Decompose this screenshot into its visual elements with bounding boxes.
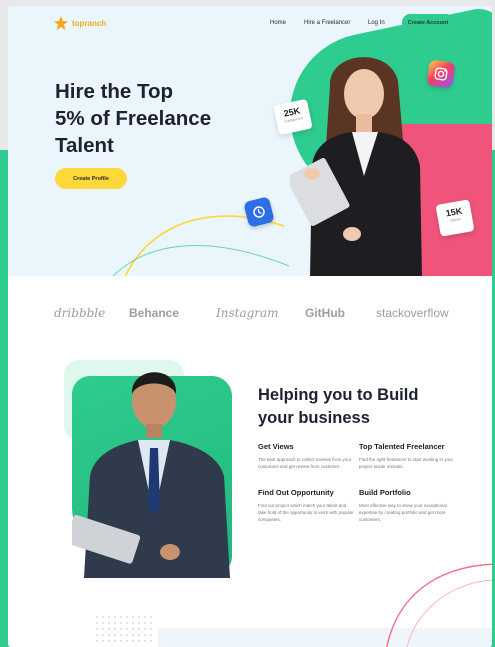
behance-logo[interactable]: Behance [129,306,179,320]
stackoverflow-logo[interactable]: stackoverflow [376,306,449,320]
feature-text: Most effective way to show your exceptio… [359,503,447,522]
features-title-line: Helping you to Build [258,386,419,404]
instagram-icon [426,59,456,89]
feature-title: Find Out Opportunity [258,488,334,497]
red-arc-decor [386,563,492,647]
github-logo[interactable]: GitHub [305,306,345,320]
feature-title: Top Talented Freelancer [359,442,445,451]
landing-page: topranch Home Hire a Freelancer Log In C… [8,6,492,647]
hero-title-line: 5% of Freelance [55,107,212,130]
woman-photo [290,57,422,276]
dot-grid-decor [94,614,154,644]
features-title-line: your business [258,409,370,427]
feature-title: Get Views [258,442,294,451]
create-profile-button[interactable]: Create Profile [55,168,127,189]
feature-title: Build Portfolio [359,488,411,497]
stat-card-clients: 15K Clients [435,199,475,237]
instagram-logo[interactable]: Instagram [216,306,279,320]
brand-logo[interactable]: topranch [54,16,106,30]
feature-text: Find the right freelancer to start worki… [359,457,454,469]
dribbble-logo[interactable]: dribbble [54,306,105,320]
feature-text: Find out project which match your talent… [258,503,354,522]
hero-title: Hire the Top 5% of Freelance Talent [55,78,265,159]
feature-find-opportunity: Find Out Opportunity Find out project wh… [258,488,354,523]
star-logo-icon [54,16,68,30]
nav-link-login[interactable]: Log In [368,20,385,26]
features-title: Helping you to Build your business [258,384,458,430]
navbar: topranch Home Hire a Freelancer Log In C… [8,6,492,40]
man-photo [72,372,230,578]
feature-build-portfolio: Build Portfolio Most effective way to sh… [359,488,455,523]
hero-section: topranch Home Hire a Freelancer Log In C… [8,6,492,276]
create-account-button[interactable]: Create Account [402,14,454,31]
feature-top-talented: Top Talented Freelancer Find the right f… [359,442,455,470]
feature-get-views: Get Views The best approach to collect r… [258,442,354,470]
partner-logos: dribbble Behance Instagram GitHub stacko… [8,306,492,328]
hero-title-line: Talent [55,134,114,157]
brand-name: topranch [72,18,107,28]
feature-text: The best approach to collect reviews fro… [258,457,352,469]
nav-link-hire-freelancer[interactable]: Hire a Freelancer [304,20,350,26]
hero-decorative-curve [112,215,290,276]
nav-link-home[interactable]: Home [270,20,286,26]
hero-title-line: Hire the Top [55,80,174,103]
